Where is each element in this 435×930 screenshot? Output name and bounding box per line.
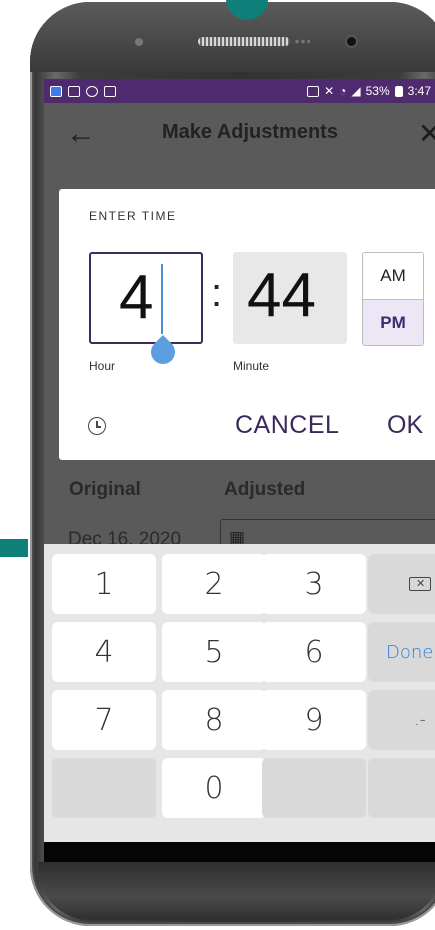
time-separator: : <box>211 271 223 315</box>
key-7[interactable]: 7 <box>52 690 156 750</box>
key-6[interactable]: 6 <box>262 622 366 682</box>
decimal-minus-key[interactable]: .- <box>368 690 435 750</box>
am-pm-toggle: AM PM <box>362 252 424 346</box>
blank-key-left <box>52 758 156 818</box>
phone-bottom-bezel <box>38 862 435 920</box>
backspace-key[interactable]: ✕ <box>368 554 435 614</box>
battery-icon <box>394 85 403 97</box>
key-8[interactable]: 8 <box>162 690 266 750</box>
proximity-sensor <box>135 38 143 46</box>
key-1[interactable]: 1 <box>52 554 156 614</box>
status-system: ✕ ◔ ◢ 53% 3:47 <box>307 84 431 98</box>
key-0[interactable]: 0 <box>162 758 266 818</box>
mute-icon: ✕ <box>324 84 335 98</box>
key-5[interactable]: 5 <box>162 622 266 682</box>
front-camera <box>347 37 356 46</box>
hour-label: Hour <box>89 359 116 373</box>
hour-value: 4 <box>119 263 154 332</box>
do-not-disturb-icon <box>86 85 98 97</box>
page-title: Make Adjustments <box>162 121 338 143</box>
phone-screen: ✕ ◔ ◢ 53% 3:47 ← Make Adjustments ✕ Orig… <box>44 79 435 862</box>
status-notifications <box>50 85 116 97</box>
minute-label: Minute <box>233 359 270 373</box>
cancel-button[interactable]: CANCEL <box>235 411 339 440</box>
numeric-keyboard: 1 2 3 ✕ 4 5 6 Done 7 8 9 .- 0 <box>44 544 435 842</box>
key-2[interactable]: 2 <box>162 554 266 614</box>
mail-notification-icon <box>68 85 80 97</box>
navigation-bar <box>44 842 435 862</box>
cast-icon <box>307 85 320 97</box>
app-bar: ← Make Adjustments ✕ <box>44 103 435 165</box>
key-4[interactable]: 4 <box>52 622 156 682</box>
original-label: Original <box>69 479 141 500</box>
battery-percent: 53% <box>365 84 390 98</box>
signal-icon: ◢ <box>351 84 361 98</box>
teal-side-marker <box>0 539 28 557</box>
close-icon[interactable]: ✕ <box>418 117 435 150</box>
minute-value: 44 <box>247 261 316 330</box>
status-bar: ✕ ◔ ◢ 53% 3:47 <box>44 79 435 103</box>
back-arrow-icon[interactable]: ← <box>66 117 96 151</box>
earpiece-speaker <box>198 37 290 46</box>
pm-button[interactable]: PM <box>363 300 423 345</box>
wifi-icon: ◔ <box>339 84 347 98</box>
am-button[interactable]: AM <box>363 253 423 300</box>
hour-input[interactable]: 4 <box>89 252 203 369</box>
clock-icon[interactable] <box>88 417 106 435</box>
ok-button[interactable]: OK <box>387 411 423 440</box>
minute-input[interactable]: 44 <box>233 252 347 344</box>
adjusted-label: Adjusted <box>224 479 306 500</box>
backspace-icon: ✕ <box>409 577 431 591</box>
app-notification-icon <box>50 85 62 97</box>
key-3[interactable]: 3 <box>262 554 366 614</box>
clock-time: 3:47 <box>407 84 431 98</box>
blank-key-right <box>368 758 435 818</box>
key-9[interactable]: 9 <box>262 690 366 750</box>
speaker-dots <box>294 39 310 44</box>
dialog-title: ENTER TIME <box>89 209 177 223</box>
time-picker-dialog: ENTER TIME 4 : 44 Hour Minute AM PM CANC… <box>59 189 435 460</box>
blank-key-middle <box>262 758 366 818</box>
done-key[interactable]: Done <box>368 622 435 682</box>
text-caret <box>161 264 163 334</box>
image-notification-icon <box>104 85 116 97</box>
